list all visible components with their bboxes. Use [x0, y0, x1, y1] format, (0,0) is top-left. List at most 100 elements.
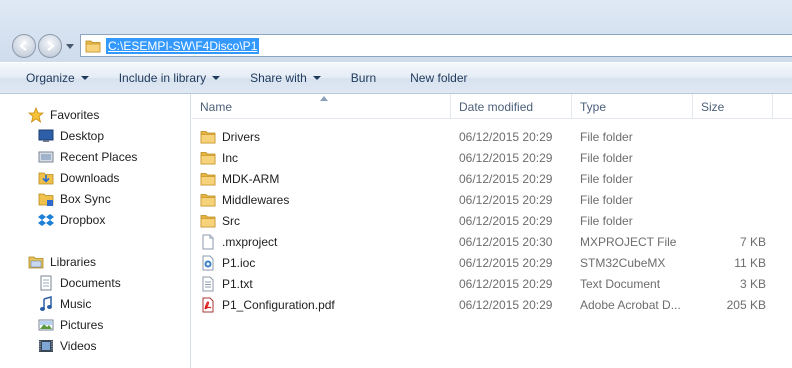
- file-row[interactable]: Inc 06/12/2015 20:29 File folder: [192, 147, 792, 168]
- column-header-row: Name Date modified Type Size: [192, 94, 792, 119]
- file-row[interactable]: Middlewares 06/12/2015 20:29 File folder: [192, 189, 792, 210]
- file-row[interactable]: P1.txt 06/12/2015 20:29 Text Document 3 …: [192, 273, 792, 294]
- file-name: Drivers: [222, 129, 260, 144]
- stm32cubemx-file-icon: [200, 255, 216, 271]
- address-path[interactable]: C:\ESEMPI-SW\F4Disco\P1: [106, 37, 260, 54]
- documents-icon: [38, 275, 54, 291]
- nav-favorites-label: Favorites: [50, 107, 100, 122]
- file-row[interactable]: .mxproject 06/12/2015 20:30 MXPROJECT Fi…: [192, 231, 792, 252]
- file-list: Name Date modified Type Size Drivers 06/…: [192, 94, 792, 368]
- nav-favorites[interactable]: Favorites: [28, 104, 99, 125]
- nav-item-label: Videos: [60, 338, 97, 353]
- file-size: 205 KB: [726, 297, 766, 312]
- file-date: 06/12/2015 20:29: [459, 255, 553, 270]
- nav-item-documents[interactable]: Documents: [38, 272, 121, 293]
- nav-item-desktop[interactable]: Desktop: [38, 125, 104, 146]
- column-header-date-modified-label: Date modified: [459, 99, 534, 114]
- pdf-file-icon: [200, 297, 216, 313]
- dropbox-icon: [38, 212, 54, 228]
- file-row[interactable]: P1.ioc 06/12/2015 20:29 STM32CubeMX 11 K…: [192, 252, 792, 273]
- chevron-down-icon: [80, 76, 89, 80]
- file-type: File folder: [580, 213, 633, 228]
- burn-button[interactable]: Burn: [341, 65, 386, 91]
- file-row[interactable]: Drivers 06/12/2015 20:29 File folder: [192, 126, 792, 147]
- recent-places-icon: [38, 149, 54, 165]
- chevron-down-icon: [312, 76, 321, 80]
- title-bar: C:\ESEMPI-SW\F4Disco\P1: [0, 0, 792, 62]
- downloads-icon: [38, 170, 54, 186]
- file-name: MDK-ARM: [222, 171, 280, 186]
- nav-item-recent-places[interactable]: Recent Places: [38, 146, 137, 167]
- forward-button[interactable]: [38, 34, 62, 58]
- nav-item-dropbox[interactable]: Dropbox: [38, 209, 105, 230]
- file-date: 06/12/2015 20:29: [459, 129, 553, 144]
- nav-item-label: Documents: [60, 275, 121, 290]
- new-folder-button[interactable]: New folder: [400, 65, 477, 91]
- file-date: 06/12/2015 20:29: [459, 297, 553, 312]
- nav-item-label: Box Sync: [60, 191, 111, 206]
- file-size: [700, 189, 766, 210]
- address-bar[interactable]: C:\ESEMPI-SW\F4Disco\P1: [80, 34, 792, 57]
- file-name: P1_Configuration.pdf: [222, 297, 335, 312]
- share-with-label: Share with: [250, 71, 307, 85]
- nav-libraries[interactable]: Libraries: [28, 251, 96, 272]
- folder-icon: [200, 213, 216, 229]
- nav-item-label: Pictures: [60, 317, 104, 332]
- new-folder-label: New folder: [410, 71, 468, 85]
- music-icon: [38, 295, 54, 312]
- file-size: [700, 126, 766, 147]
- nav-item-music[interactable]: Music: [38, 293, 91, 314]
- file-date: 06/12/2015 20:29: [459, 213, 553, 228]
- navigation-pane: Favorites Desktop Recent Places Download…: [0, 94, 191, 368]
- file-size: 3 KB: [739, 276, 766, 291]
- column-header-size-label: Size: [701, 99, 725, 114]
- folder-icon: [200, 129, 216, 145]
- file-date: 06/12/2015 20:29: [459, 276, 553, 291]
- folder-icon: [200, 192, 216, 208]
- file-row[interactable]: P1_Configuration.pdf 06/12/2015 20:29 Ad…: [192, 294, 792, 315]
- share-with-button[interactable]: Share with: [240, 65, 331, 91]
- nav-item-videos[interactable]: Videos: [38, 335, 96, 356]
- file-row[interactable]: Src 06/12/2015 20:29 File folder: [192, 210, 792, 231]
- nav-item-label: Dropbox: [60, 212, 106, 227]
- file-size: [700, 147, 766, 168]
- file-type: File folder: [580, 150, 633, 165]
- arrow-left-icon: [19, 41, 27, 51]
- organize-label: Organize: [26, 71, 75, 85]
- file-type: Adobe Acrobat D...: [580, 297, 681, 312]
- nav-item-label: Desktop: [60, 128, 105, 143]
- file-type: Text Document: [580, 276, 661, 291]
- column-header-size[interactable]: Size: [693, 94, 773, 119]
- file-type: MXPROJECT File: [580, 234, 677, 249]
- blank-file-icon: [200, 234, 216, 250]
- nav-item-label: Music: [60, 296, 92, 311]
- column-header-date-modified[interactable]: Date modified: [451, 94, 572, 119]
- chevron-down-icon: [212, 76, 221, 80]
- file-date: 06/12/2015 20:29: [459, 171, 553, 186]
- nav-item-box-sync[interactable]: Box Sync: [38, 188, 111, 209]
- command-bar: Organize Include in library Share with B…: [0, 62, 792, 94]
- folder-icon: [200, 150, 216, 166]
- file-name: Src: [222, 213, 240, 228]
- burn-label: Burn: [350, 71, 377, 85]
- file-row[interactable]: MDK-ARM 06/12/2015 20:29 File folder: [192, 168, 792, 189]
- file-name: Middlewares: [222, 192, 290, 207]
- include-in-library-button[interactable]: Include in library: [109, 65, 230, 91]
- recent-pages-dropdown-icon[interactable]: [66, 42, 74, 50]
- arrow-right-icon: [47, 41, 55, 51]
- organize-button[interactable]: Organize: [16, 65, 99, 91]
- nav-item-downloads[interactable]: Downloads: [38, 167, 119, 188]
- nav-item-pictures[interactable]: Pictures: [38, 314, 103, 335]
- box-sync-icon: [38, 191, 54, 207]
- file-type: File folder: [580, 171, 633, 186]
- file-name: P1.txt: [222, 276, 253, 291]
- star-icon: [28, 106, 44, 123]
- column-header-type[interactable]: Type: [572, 94, 693, 119]
- file-size: [700, 168, 766, 189]
- file-type: File folder: [580, 129, 633, 144]
- column-header-name[interactable]: Name: [192, 94, 451, 119]
- libraries-icon: [28, 254, 44, 270]
- back-button[interactable]: [12, 34, 36, 58]
- folder-icon: [85, 40, 101, 52]
- include-in-library-label: Include in library: [118, 71, 207, 85]
